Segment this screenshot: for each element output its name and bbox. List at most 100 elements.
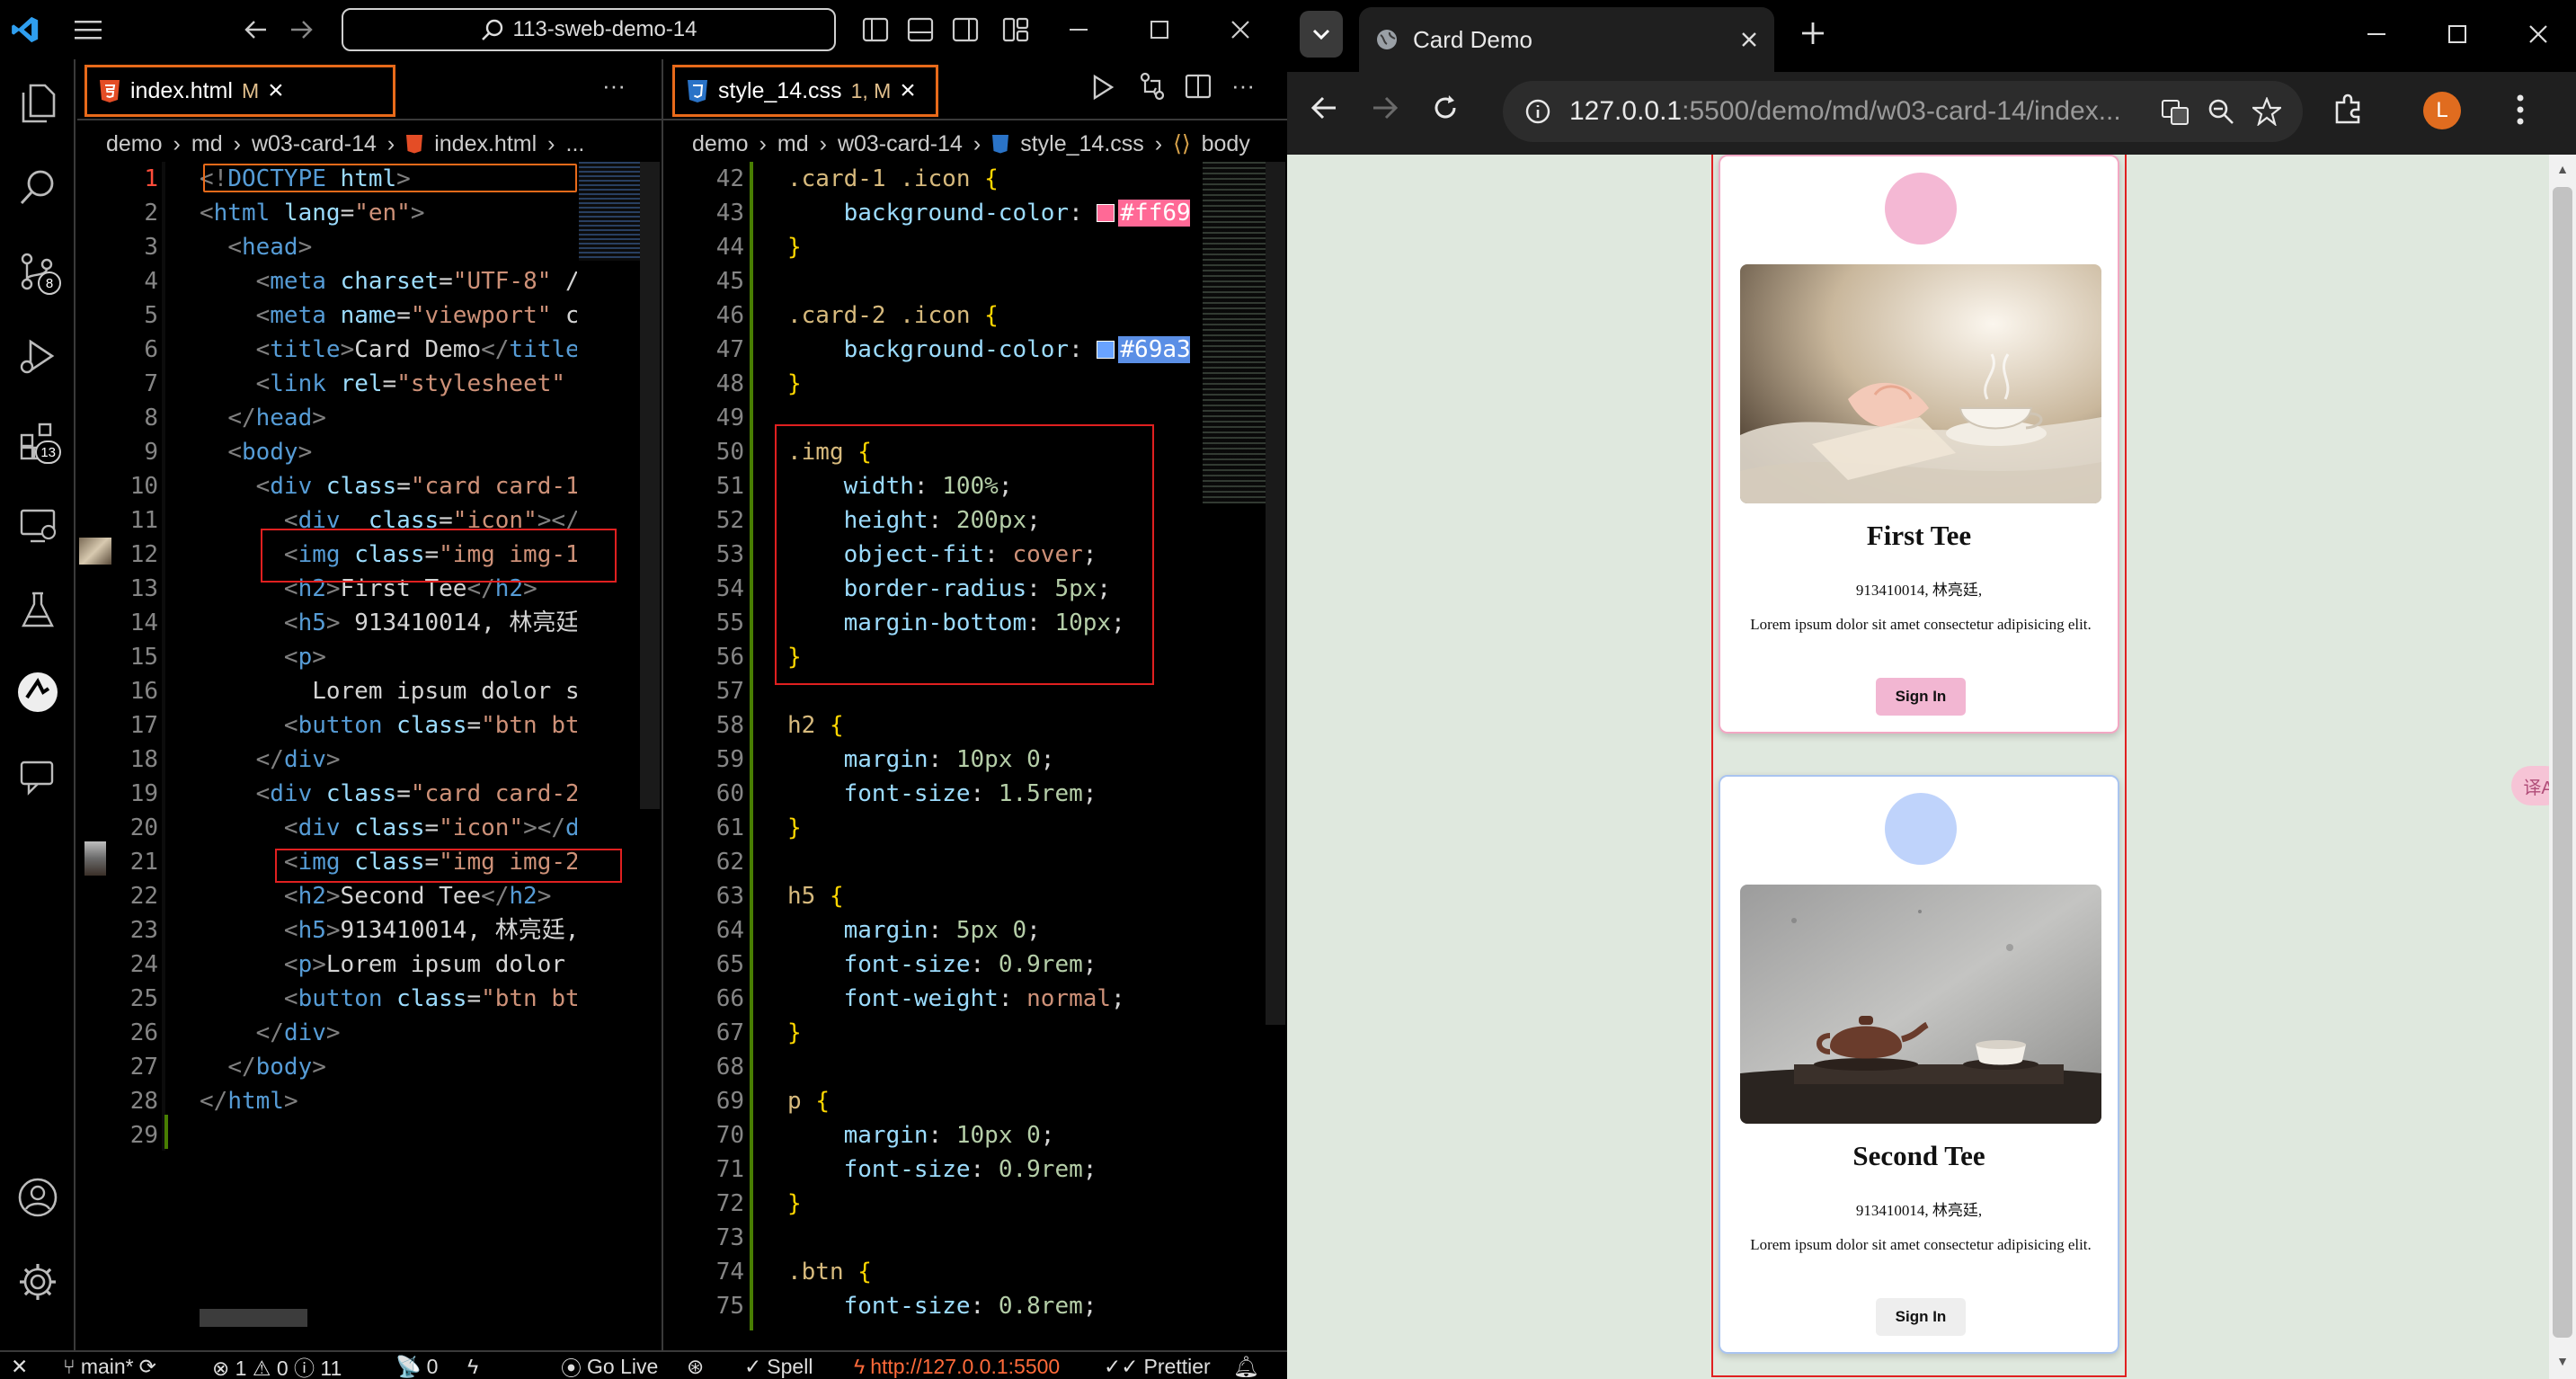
prettier-button[interactable]: ✓✓ Prettier bbox=[1104, 1354, 1211, 1379]
code-line[interactable]: <button class="btn bt bbox=[200, 708, 577, 743]
source-control-icon[interactable]: 8 bbox=[13, 246, 63, 297]
minimize-icon[interactable] bbox=[1059, 10, 1098, 49]
tab-search-dropdown[interactable] bbox=[1300, 11, 1343, 58]
extensions-icon[interactable]: 13 bbox=[13, 415, 63, 466]
code-line[interactable]: <div class="icon"></d bbox=[200, 811, 577, 845]
left-code-view[interactable]: <!DOCTYPE html> <html lang="en"> <head> <… bbox=[200, 162, 577, 1196]
code-line[interactable]: font-weight: normal; bbox=[787, 982, 1125, 1016]
maximize-icon[interactable] bbox=[1140, 10, 1179, 49]
code-line[interactable]: <h5> 913410014, 林亮廷 bbox=[200, 606, 577, 640]
code-line[interactable]: <meta charset="UTF-8" / bbox=[200, 264, 577, 298]
code-line[interactable]: <title>Card Demo</title bbox=[200, 333, 577, 367]
page-scrollbar[interactable]: ▲ ▼ bbox=[2549, 155, 2576, 1379]
code-line[interactable]: <div class="card card-2 bbox=[200, 777, 577, 811]
settings-gear-icon[interactable] bbox=[13, 1257, 63, 1307]
code-line[interactable]: font-size: 0.8rem; bbox=[787, 1289, 1097, 1323]
close-window-icon[interactable] bbox=[2527, 23, 2549, 45]
tab-close-icon[interactable]: × bbox=[900, 76, 916, 106]
editor-group-divider[interactable] bbox=[662, 59, 663, 1350]
tab-style-css[interactable]: style_14.css 1, M × bbox=[672, 65, 938, 117]
minimap[interactable] bbox=[579, 162, 640, 261]
live-server-link[interactable]: ϟ http://127.0.0.1:5500 bbox=[854, 1354, 1060, 1379]
forward-arrow-icon[interactable] bbox=[1372, 95, 1399, 120]
code-line[interactable]: .card-1 .icon { bbox=[787, 162, 999, 196]
code-line[interactable]: p { bbox=[787, 1084, 830, 1118]
code-line[interactable]: font-size: 0.9rem; bbox=[787, 948, 1097, 982]
breadcrumb-item[interactable]: body bbox=[1202, 131, 1250, 157]
code-line[interactable]: } bbox=[787, 230, 802, 264]
toggle-primary-sidebar-icon[interactable] bbox=[856, 10, 895, 49]
testing-flask-icon[interactable] bbox=[13, 584, 63, 635]
code-line[interactable]: h5 { bbox=[787, 879, 844, 913]
code-line[interactable]: <button class="btn bt bbox=[200, 982, 577, 1016]
notifications-bell-icon[interactable]: 🔔︎ bbox=[1233, 1354, 1259, 1379]
browser-tab[interactable]: Card Demo bbox=[1359, 7, 1774, 72]
compare-changes-icon[interactable] bbox=[1138, 72, 1167, 101]
comments-icon[interactable] bbox=[13, 752, 63, 802]
code-line[interactable]: } bbox=[787, 1187, 802, 1221]
address-bar[interactable]: 127.0.0.1:5500/demo/md/w03-card-14/index… bbox=[1503, 81, 2303, 142]
search-icon[interactable] bbox=[13, 162, 63, 212]
code-line[interactable]: </div> bbox=[200, 743, 341, 777]
code-line[interactable]: } bbox=[787, 367, 802, 401]
tab-close-icon[interactable]: × bbox=[268, 76, 284, 106]
code-line[interactable]: <html lang="en"> bbox=[200, 196, 425, 230]
copilot-icon[interactable]: ⊛ bbox=[687, 1354, 704, 1379]
go-live-button[interactable]: ⦿ Go Live bbox=[561, 1354, 658, 1379]
code-line[interactable]: <p> bbox=[200, 640, 326, 674]
breadcrumb-item[interactable]: ... bbox=[566, 131, 585, 157]
code-line[interactable]: <meta name="viewport" c bbox=[200, 298, 577, 333]
code-line[interactable]: margin: 10px 0; bbox=[787, 743, 1055, 777]
code-line[interactable]: } bbox=[787, 1016, 802, 1050]
code-line[interactable]: </body> bbox=[200, 1050, 326, 1084]
code-line[interactable]: Lorem ipsum dolor s bbox=[200, 674, 577, 708]
customize-layout-icon[interactable] bbox=[996, 10, 1035, 49]
code-line[interactable]: <h2>Second Tee</h2> bbox=[200, 879, 551, 913]
code-line[interactable]: </head> bbox=[200, 401, 326, 435]
code-line[interactable]: margin: 5px 0; bbox=[787, 913, 1041, 948]
command-center-search[interactable]: 113-sweb-demo-14 bbox=[342, 8, 836, 51]
minimize-icon[interactable] bbox=[2366, 23, 2387, 45]
bookmark-star-icon[interactable] bbox=[2252, 97, 2281, 126]
code-line[interactable]: </div> bbox=[200, 1016, 341, 1050]
split-editor-icon[interactable] bbox=[1185, 74, 1212, 99]
breadcrumb-item[interactable]: w03-card-14 bbox=[838, 131, 963, 157]
scroll-up-arrow-icon[interactable]: ▲ bbox=[2554, 162, 2571, 178]
toggle-secondary-sidebar-icon[interactable] bbox=[946, 10, 985, 49]
minimap[interactable] bbox=[1203, 162, 1266, 503]
forward-arrow-icon[interactable] bbox=[282, 10, 322, 49]
branch-indicator[interactable]: ⑂ main* ⟳ bbox=[63, 1354, 156, 1379]
horizontal-scrollbar[interactable] bbox=[200, 1309, 307, 1327]
code-line[interactable]: } bbox=[787, 811, 802, 845]
ports-indicator[interactable]: 📡 0 bbox=[395, 1354, 438, 1379]
problems-indicator[interactable]: ⊗ 1 ⚠ 0 ⓘ 11 bbox=[212, 1354, 342, 1379]
code-line[interactable]: <div class="card card-1 bbox=[200, 469, 577, 503]
code-line[interactable]: <head> bbox=[200, 230, 312, 264]
code-line[interactable]: <link rel="stylesheet" bbox=[200, 367, 565, 401]
vertical-scrollbar[interactable] bbox=[640, 162, 660, 809]
code-line[interactable]: <body> bbox=[200, 435, 312, 469]
code-line[interactable]: background-color: #69a3 bbox=[787, 333, 1190, 367]
close-window-icon[interactable] bbox=[1221, 10, 1260, 49]
scroll-down-arrow-icon[interactable]: ▼ bbox=[2554, 1354, 2571, 1370]
site-info-icon[interactable] bbox=[1524, 98, 1551, 125]
more-actions-button[interactable]: ··· bbox=[1231, 72, 1255, 100]
code-line[interactable]: background-color: #ff69 bbox=[787, 196, 1190, 230]
maximize-icon[interactable] bbox=[2447, 23, 2468, 45]
code-line[interactable]: </html> bbox=[200, 1084, 298, 1118]
right-code-view[interactable]: .card-1 .icon { background-color: #ff69}… bbox=[787, 162, 1190, 1330]
reload-icon[interactable] bbox=[1431, 93, 1460, 122]
explorer-icon[interactable] bbox=[13, 77, 63, 128]
more-actions-button[interactable]: ··· bbox=[602, 72, 626, 100]
code-line[interactable]: font-size: 1.5rem; bbox=[787, 777, 1097, 811]
code-line[interactable]: .btn { bbox=[787, 1255, 872, 1289]
live-share-icon[interactable] bbox=[13, 667, 63, 717]
code-line[interactable]: h2 { bbox=[787, 708, 844, 743]
vertical-scrollbar[interactable] bbox=[1266, 162, 1285, 1025]
breadcrumb-item[interactable]: style_14.css bbox=[1020, 131, 1144, 157]
tab-index-html[interactable]: index.html M × bbox=[84, 65, 395, 117]
profile-avatar[interactable]: L bbox=[2423, 92, 2461, 129]
breadcrumb-item[interactable]: w03-card-14 bbox=[252, 131, 377, 157]
back-arrow-icon[interactable] bbox=[1310, 95, 1337, 120]
lightning-icon[interactable]: ϟ bbox=[467, 1354, 478, 1379]
